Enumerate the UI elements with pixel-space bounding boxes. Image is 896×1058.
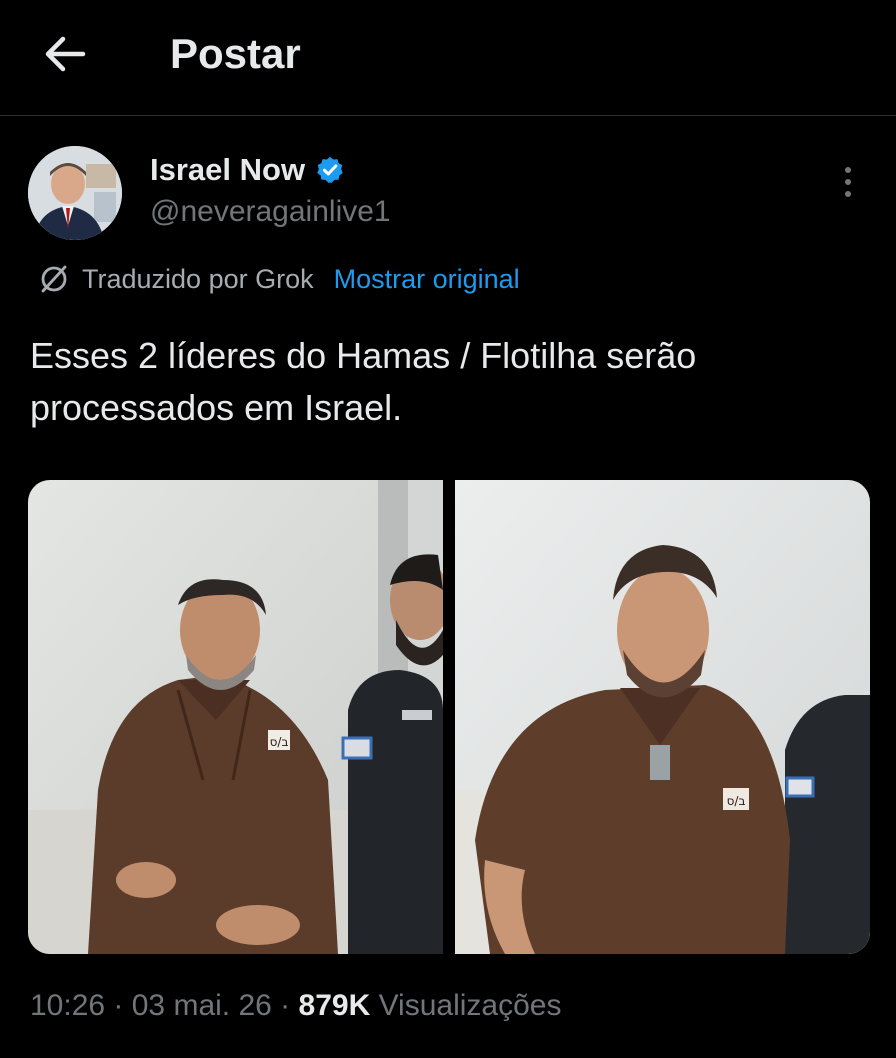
more-options-button[interactable]	[830, 162, 866, 202]
more-vertical-icon	[845, 167, 851, 197]
post-text-line: Esses 2 líderes do Hamas / Flotilha serã…	[30, 335, 697, 376]
uniform-badge-text: ב/ס	[727, 794, 746, 808]
media-photo-2[interactable]: ב/ס	[455, 480, 870, 954]
views-label: Visualizações	[378, 989, 562, 1022]
media-photo-1[interactable]: ב/ס	[28, 480, 443, 954]
author-name-row[interactable]: Israel Now	[150, 152, 345, 188]
arrow-left-icon	[45, 36, 86, 72]
verified-badge-icon	[317, 156, 343, 183]
author-display-name[interactable]: Israel Now	[150, 152, 305, 188]
page-title: Postar	[170, 30, 301, 77]
uniform-badge-text: ב/ס	[270, 735, 289, 749]
avatar[interactable]	[28, 146, 122, 240]
views-count[interactable]: 879K	[299, 989, 371, 1022]
show-original-link[interactable]: Mostrar original	[334, 262, 520, 296]
top-bar: Postar	[0, 0, 896, 116]
post-text-line: processados em Israel.	[30, 387, 403, 428]
translation-row: Traduzido por Grok Mostrar original	[38, 262, 520, 296]
media-grid: ב/ס ב/ס	[28, 480, 870, 954]
grok-icon	[41, 265, 67, 293]
back-button[interactable]	[38, 30, 92, 78]
meta-separator: ·	[105, 989, 132, 1022]
meta-separator: ·	[271, 989, 299, 1022]
post-time[interactable]: 10:26	[30, 989, 105, 1022]
translated-label: Traduzido por Grok	[82, 264, 314, 294]
author-handle[interactable]: @neveragainlive1	[150, 194, 391, 230]
post-date[interactable]: 03 mai. 26	[132, 989, 272, 1022]
post-meta: 10:26 · 03 mai. 26 · 879K Visualizações	[30, 986, 561, 1026]
post-text: Esses 2 líderes do Hamas / Flotilha serã…	[30, 330, 860, 434]
